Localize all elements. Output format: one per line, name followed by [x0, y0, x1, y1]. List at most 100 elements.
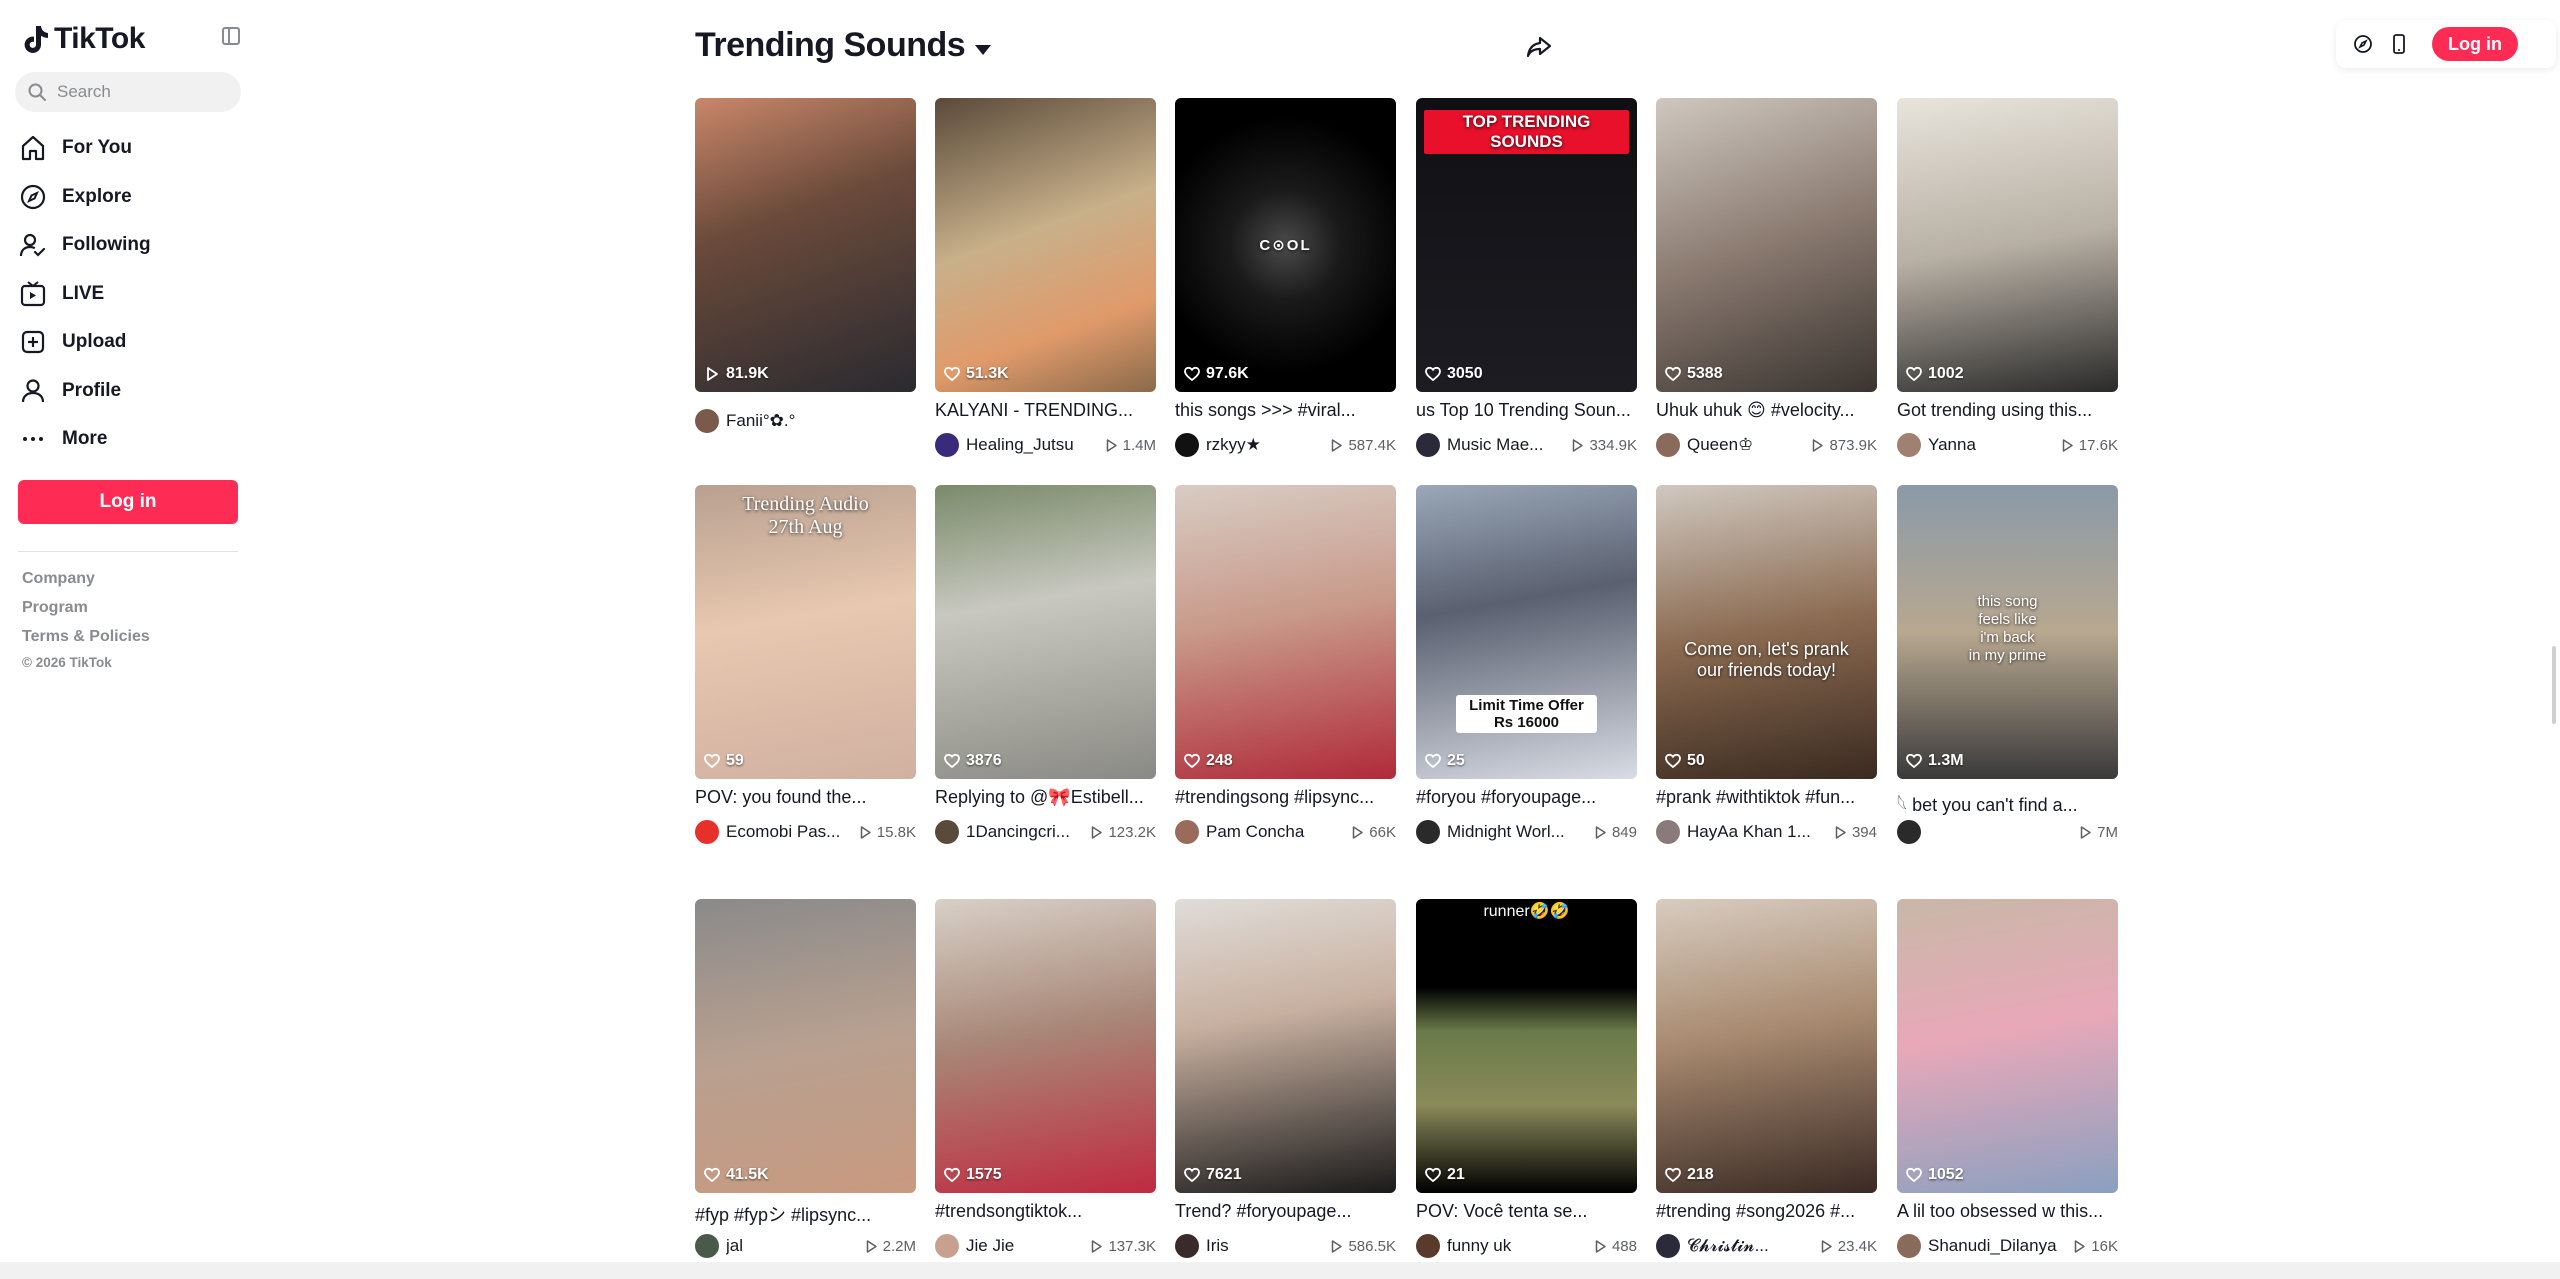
- play-count: 394: [1833, 824, 1877, 841]
- video-caption[interactable]: Got trending using this...: [1897, 400, 2118, 421]
- avatar[interactable]: [1656, 820, 1680, 844]
- play-count: 488: [1593, 1238, 1637, 1255]
- video-thumbnail[interactable]: 1575: [935, 899, 1156, 1193]
- sidebar-login-button[interactable]: Log in: [18, 480, 238, 524]
- video-thumbnail[interactable]: 41.5K: [695, 899, 916, 1193]
- video-caption[interactable]: this songs >>> #viral...: [1175, 400, 1396, 421]
- video-caption[interactable]: Replying to @🎀Estibell...: [935, 787, 1156, 808]
- search-bar[interactable]: [15, 72, 241, 112]
- nav-item-following[interactable]: Following: [18, 221, 238, 270]
- author-name[interactable]: rzkyy★: [1206, 435, 1323, 455]
- page-title[interactable]: Trending Sounds: [695, 26, 992, 65]
- video-caption[interactable]: POV: Você tenta se...: [1416, 1201, 1637, 1222]
- video-thumbnail[interactable]: Trending Audio 27th Aug 59: [695, 485, 916, 779]
- scrollbar[interactable]: [2552, 646, 2556, 724]
- video-thumbnail[interactable]: Come on, let's prank our friends today! 5…: [1656, 485, 1877, 779]
- author-name[interactable]: Jie Jie: [966, 1236, 1083, 1256]
- author-name[interactable]: jal: [726, 1236, 858, 1256]
- author-name[interactable]: Queen♔: [1687, 435, 1804, 455]
- search-input[interactable]: [57, 82, 227, 102]
- video-thumbnail[interactable]: 248: [1175, 485, 1396, 779]
- footer-link-company[interactable]: Company: [22, 568, 150, 597]
- header-login-button[interactable]: Log in: [2432, 27, 2518, 61]
- author-name[interactable]: HayAa Khan 1...: [1687, 822, 1827, 842]
- video-caption[interactable]: Trend? #foryoupage...: [1175, 1201, 1396, 1222]
- video-thumbnail[interactable]: runner🤣🤣 21: [1416, 899, 1637, 1193]
- avatar[interactable]: [1175, 820, 1199, 844]
- avatar[interactable]: [935, 820, 959, 844]
- video-caption[interactable]: us Top 10 Trending Soun...: [1416, 400, 1637, 421]
- avatar[interactable]: [1175, 1234, 1199, 1258]
- video-thumbnail[interactable]: 81.9K: [695, 98, 916, 392]
- nav-item-explore[interactable]: Explore: [18, 173, 238, 222]
- nav-item-live[interactable]: LIVE: [18, 270, 238, 319]
- avatar[interactable]: [1416, 1234, 1440, 1258]
- video-caption[interactable]: Uhuk uhuk 😊 #velocity...: [1656, 400, 1877, 421]
- coin-icon[interactable]: [2352, 33, 2374, 55]
- video-meta: Shanudi_Dilanya 16K: [1897, 1233, 2118, 1259]
- avatar[interactable]: [935, 433, 959, 457]
- heart-icon: [1425, 753, 1441, 769]
- author-name[interactable]: Midnight Worl...: [1447, 822, 1587, 842]
- footer-link-program[interactable]: Program: [22, 597, 150, 626]
- video-thumbnail[interactable]: this song feels like i'm back in my prim…: [1897, 485, 2118, 779]
- footer-link-terms[interactable]: Terms & Policies: [22, 626, 150, 655]
- video-caption[interactable]: #fyp #fypシ #lipsync...: [695, 1201, 916, 1227]
- avatar[interactable]: [935, 1234, 959, 1258]
- author-name[interactable]: Yanna: [1928, 435, 2054, 455]
- avatar[interactable]: [1175, 433, 1199, 457]
- nav-item-upload[interactable]: Upload: [18, 318, 238, 367]
- mobile-app-icon[interactable]: [2388, 33, 2410, 55]
- video-caption[interactable]: 𓆩 bet you can't find a...: [1897, 787, 2118, 817]
- video-thumbnail[interactable]: 7621: [1175, 899, 1396, 1193]
- avatar[interactable]: [1416, 820, 1440, 844]
- video-caption[interactable]: #trending #song2026 #...: [1656, 1201, 1877, 1222]
- author-name[interactable]: Shanudi_Dilanya: [1928, 1236, 2066, 1256]
- video-caption[interactable]: #trendsongtiktok...: [935, 1201, 1156, 1222]
- thumbnail-overlay-text: Trending Audio 27th Aug: [742, 493, 869, 538]
- video-thumbnail[interactable]: 218: [1656, 899, 1877, 1193]
- video-thumbnail[interactable]: 1002: [1897, 98, 2118, 392]
- author-name[interactable]: Fanii°✿.°: [726, 411, 916, 431]
- author-name[interactable]: Ecomobi Pas...: [726, 822, 852, 842]
- video-caption[interactable]: POV: you found the...: [695, 787, 916, 808]
- video-caption[interactable]: #prank #withtiktok #fun...: [1656, 787, 1877, 808]
- tiktok-logo[interactable]: TikTok: [22, 22, 145, 56]
- avatar[interactable]: [1897, 820, 1921, 844]
- video-thumbnail[interactable]: 5388: [1656, 98, 1877, 392]
- avatar[interactable]: [695, 409, 719, 433]
- video-thumbnail[interactable]: 51.3K: [935, 98, 1156, 392]
- avatar[interactable]: [695, 820, 719, 844]
- author-name[interactable]: Music Mae...: [1447, 435, 1564, 455]
- video-thumbnail[interactable]: Limit Time Offer Rs 16000 25: [1416, 485, 1637, 779]
- share-icon[interactable]: [1524, 32, 1554, 62]
- logo-wordmark: TikTok: [54, 22, 145, 55]
- nav-item-for-you[interactable]: For You: [18, 124, 238, 173]
- avatar[interactable]: [1897, 1234, 1921, 1258]
- author-name[interactable]: Pam Concha: [1206, 822, 1344, 842]
- video-thumbnail[interactable]: C⊙OL 97.6K: [1175, 98, 1396, 392]
- avatar[interactable]: [1656, 433, 1680, 457]
- video-caption[interactable]: #trendingsong #lipsync...: [1175, 787, 1396, 808]
- nav-label: More: [62, 428, 108, 450]
- heart-icon: [1425, 366, 1441, 382]
- author-name[interactable]: Iris: [1206, 1236, 1323, 1256]
- video-caption[interactable]: #foryou #foryoupage...: [1416, 787, 1637, 808]
- avatar[interactable]: [1416, 433, 1440, 457]
- video-caption[interactable]: KALYANI - TRENDING...: [935, 400, 1156, 421]
- video-thumbnail[interactable]: 3876: [935, 485, 1156, 779]
- video-thumbnail[interactable]: 1052: [1897, 899, 2118, 1193]
- avatar[interactable]: [1656, 1234, 1680, 1258]
- avatar[interactable]: [695, 1234, 719, 1258]
- author-name[interactable]: 1Dancingcri...: [966, 822, 1083, 842]
- nav-item-profile[interactable]: Profile: [18, 367, 238, 416]
- video-thumbnail[interactable]: TOP TRENDING SOUNDS 3050: [1416, 98, 1637, 392]
- horizontal-scrollbar[interactable]: [0, 1262, 2560, 1279]
- author-name[interactable]: 𝓒𝓱𝓻𝓲𝓼𝓽𝓲𝓷...: [1687, 1236, 1813, 1256]
- collapse-sidebar-icon[interactable]: [222, 27, 240, 45]
- author-name[interactable]: Healing_Jutsu: [966, 435, 1098, 455]
- author-name[interactable]: funny uk: [1447, 1236, 1587, 1256]
- nav-item-more[interactable]: More: [18, 415, 238, 464]
- avatar[interactable]: [1897, 433, 1921, 457]
- video-caption[interactable]: A lil too obsessed w this...: [1897, 1201, 2118, 1222]
